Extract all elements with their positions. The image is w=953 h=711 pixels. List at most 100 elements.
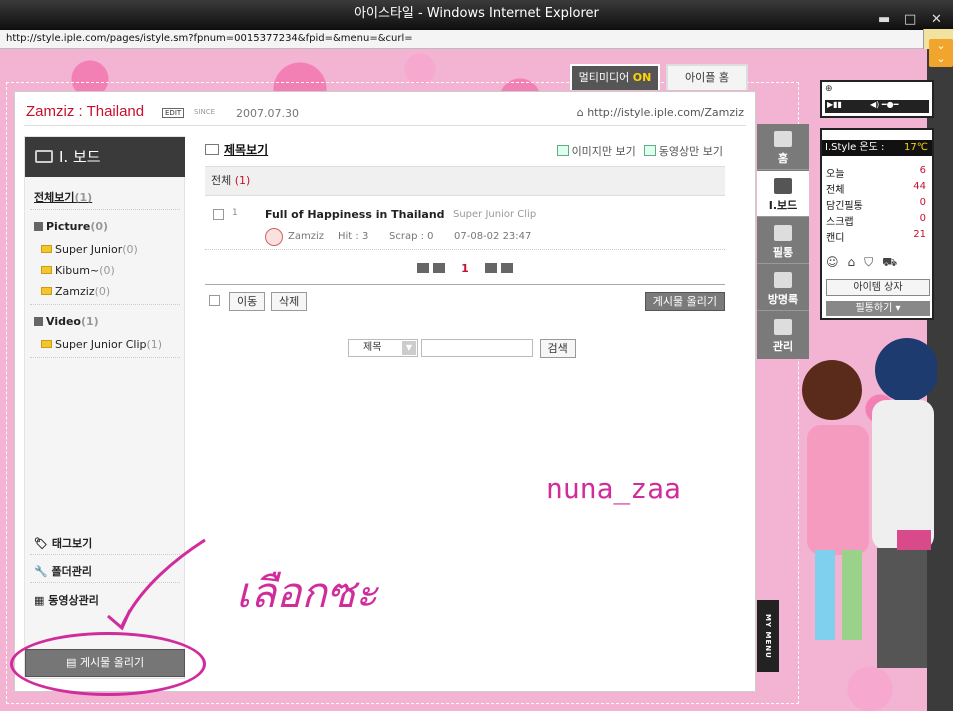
menu-picture[interactable]: Picture(0) (34, 220, 108, 233)
tab-iple-home[interactable]: 아이플 홈 (666, 64, 748, 90)
chevron-down-icon[interactable]: ⌄ ⌄ (929, 39, 953, 67)
my-menu-tab[interactable]: MY MENU (757, 600, 779, 672)
search-field-select[interactable]: 제목 ▼ (348, 339, 418, 357)
nav-home[interactable]: 홈 (757, 124, 809, 170)
menu-folder-zamziz[interactable]: Zamziz(0) (41, 285, 110, 298)
view-titles-link[interactable]: 제목보기 (205, 141, 268, 158)
menu-folders[interactable]: 🔧 폴더관리 (34, 563, 92, 579)
stat-row: 6 오늘 (826, 165, 926, 180)
tv-icon (774, 178, 792, 194)
people-icon (774, 225, 792, 241)
play-icon: ▶▮▮ (827, 100, 842, 109)
category-bar: 전체 (1) (205, 166, 725, 196)
folder-icon (41, 340, 52, 348)
search-bar: 제목 ▼ 검색 (348, 339, 576, 358)
next-page-icon[interactable] (484, 263, 497, 273)
item-box-button[interactable]: 아이템 상자 (826, 279, 930, 296)
lock-icon (774, 319, 792, 335)
table-row[interactable]: 1 Full of Happiness in Thailand Super Ju… (205, 206, 725, 250)
move-button[interactable]: 이동 (229, 292, 266, 311)
image-only-link[interactable]: 이미지만 보기 (572, 145, 636, 158)
first-page-icon[interactable] (417, 263, 430, 273)
menu-folder-kibum[interactable]: Kibum~(0) (41, 264, 115, 277)
edit-button[interactable]: EDIT (162, 108, 185, 118)
shortcut-icons[interactable]: ☺⌂⛉⛟ (826, 255, 930, 275)
menu-tags[interactable]: 🏷 태그보기 (34, 535, 92, 551)
stat-row: 21 캔디 (826, 229, 926, 244)
collapse-icon[interactable] (34, 222, 43, 231)
search-input[interactable] (421, 339, 533, 357)
folder-icon (41, 266, 52, 274)
house-icon: ⌂ (847, 255, 865, 269)
page-title: Zamziz : Thailand (26, 103, 145, 120)
last-page-icon[interactable] (500, 263, 513, 273)
search-button[interactable]: 검색 (539, 339, 576, 358)
film-icon: ▦ (34, 594, 45, 607)
post-date: 07-08-02 23:47 (454, 231, 532, 242)
menu-videos[interactable]: ▦ 동영상관리 (34, 592, 99, 608)
cart-icon: ⛟ (882, 255, 907, 269)
window-title: 아이스타일 - Windows Internet Explorer (354, 6, 599, 21)
address-url: http://style.iple.com/pages/istyle.sm?fp… (6, 33, 413, 44)
post-category[interactable]: Super Junior Clip (453, 209, 536, 220)
menu-video[interactable]: Video(1) (34, 315, 99, 328)
speech-bubble-icon (774, 272, 792, 288)
delete-button[interactable]: 삭제 (271, 292, 308, 311)
face-icon: ☺ (826, 255, 848, 269)
music-player[interactable]: ⊕ ▶▮▮ ◀) ━●━ (820, 80, 934, 118)
video-only-link[interactable]: 동영상만 보기 (659, 145, 723, 158)
post-author[interactable]: Zamziz (288, 231, 324, 242)
address-bar[interactable]: http://style.iple.com/pages/istyle.sm?fp… (0, 29, 953, 49)
post-button[interactable]: 게시물 올리기 (644, 292, 725, 311)
temperature-header: I.Style 온도 :17℃ (822, 140, 932, 156)
post-title[interactable]: Full of Happiness in Thailand (265, 208, 445, 221)
wrench-icon: 🔧 (34, 565, 48, 578)
player-controls[interactable]: ▶▮▮ ◀) ━●━ (825, 100, 929, 113)
shield-icon: ⛉ (864, 255, 883, 269)
nav-iboard[interactable]: I.보드 (757, 171, 809, 217)
stats-panel: I.Style 온도 :17℃ 6 오늘 44 전체 0 담긴필통 0 스크랩 21 캔디… (820, 128, 934, 320)
post-number: 1 (232, 208, 238, 218)
annotation-instruction: เลือกซะ (236, 568, 378, 617)
menu-folder-superjunior[interactable]: Super Junior(0) (41, 243, 138, 256)
right-nav: 홈 I.보드 필통 방명록 관리 (757, 124, 809, 359)
tab-multimedia[interactable]: 멀티미디어 ON (570, 64, 660, 90)
house-icon (774, 131, 792, 147)
prev-page-icon[interactable] (433, 263, 446, 273)
select-all-checkbox[interactable] (209, 295, 220, 306)
tv-icon (35, 150, 53, 163)
post-hit: Hit : 3 (338, 231, 369, 242)
stat-row: 0 스크랩 (826, 213, 926, 228)
cartoon-couple-image (802, 338, 937, 668)
view-filters: 이미지만 보기 동영상만 보기 (549, 143, 723, 159)
volume-icon: ◀) ━●━ (869, 100, 899, 109)
annotation-name: nuna_zaa (546, 472, 681, 505)
temperature: 17℃ (904, 142, 928, 153)
chevron-down-icon: ▼ (402, 341, 416, 355)
video-icon (643, 145, 656, 156)
pagination: 1 (205, 262, 725, 275)
home-url[interactable]: ⌂ http://istyle.iple.com/Zamziz (577, 106, 744, 119)
tag-icon: 🏷 (34, 537, 48, 550)
page-number[interactable]: 1 (461, 262, 469, 275)
plus-icon[interactable]: ⊕ (825, 84, 833, 94)
stat-row: 44 전체 (826, 181, 926, 196)
folder-icon (41, 245, 52, 253)
post-scrap: Scrap : 0 (389, 231, 434, 242)
action-bar: 이동 삭제 게시물 올리기 (205, 284, 725, 318)
list-icon (205, 144, 219, 155)
row-checkbox[interactable] (213, 209, 224, 220)
avatar[interactable] (265, 228, 283, 246)
menu-all[interactable]: 전체보기(1) (34, 189, 92, 205)
page-header: Zamziz : Thailand EDIT SINCE 2007.07.30 … (24, 100, 746, 126)
nav-pencilcase[interactable]: 필통 (757, 218, 809, 264)
annotation-circle (10, 632, 206, 696)
board-title: I. 보드 (25, 137, 185, 177)
menu-folder-sjclip[interactable]: Super Junior Clip(1) (41, 338, 162, 351)
annotation-arrow-icon (107, 538, 206, 631)
nav-guestbook[interactable]: 방명록 (757, 265, 809, 311)
house-icon: ⌂ (576, 106, 584, 119)
collapse-icon[interactable] (34, 317, 43, 326)
window-titlebar: 아이스타일 - Windows Internet Explorer ▬ □ ✕ (0, 0, 953, 30)
pencil-case-button[interactable]: 필통하기 ▾ (826, 301, 930, 316)
